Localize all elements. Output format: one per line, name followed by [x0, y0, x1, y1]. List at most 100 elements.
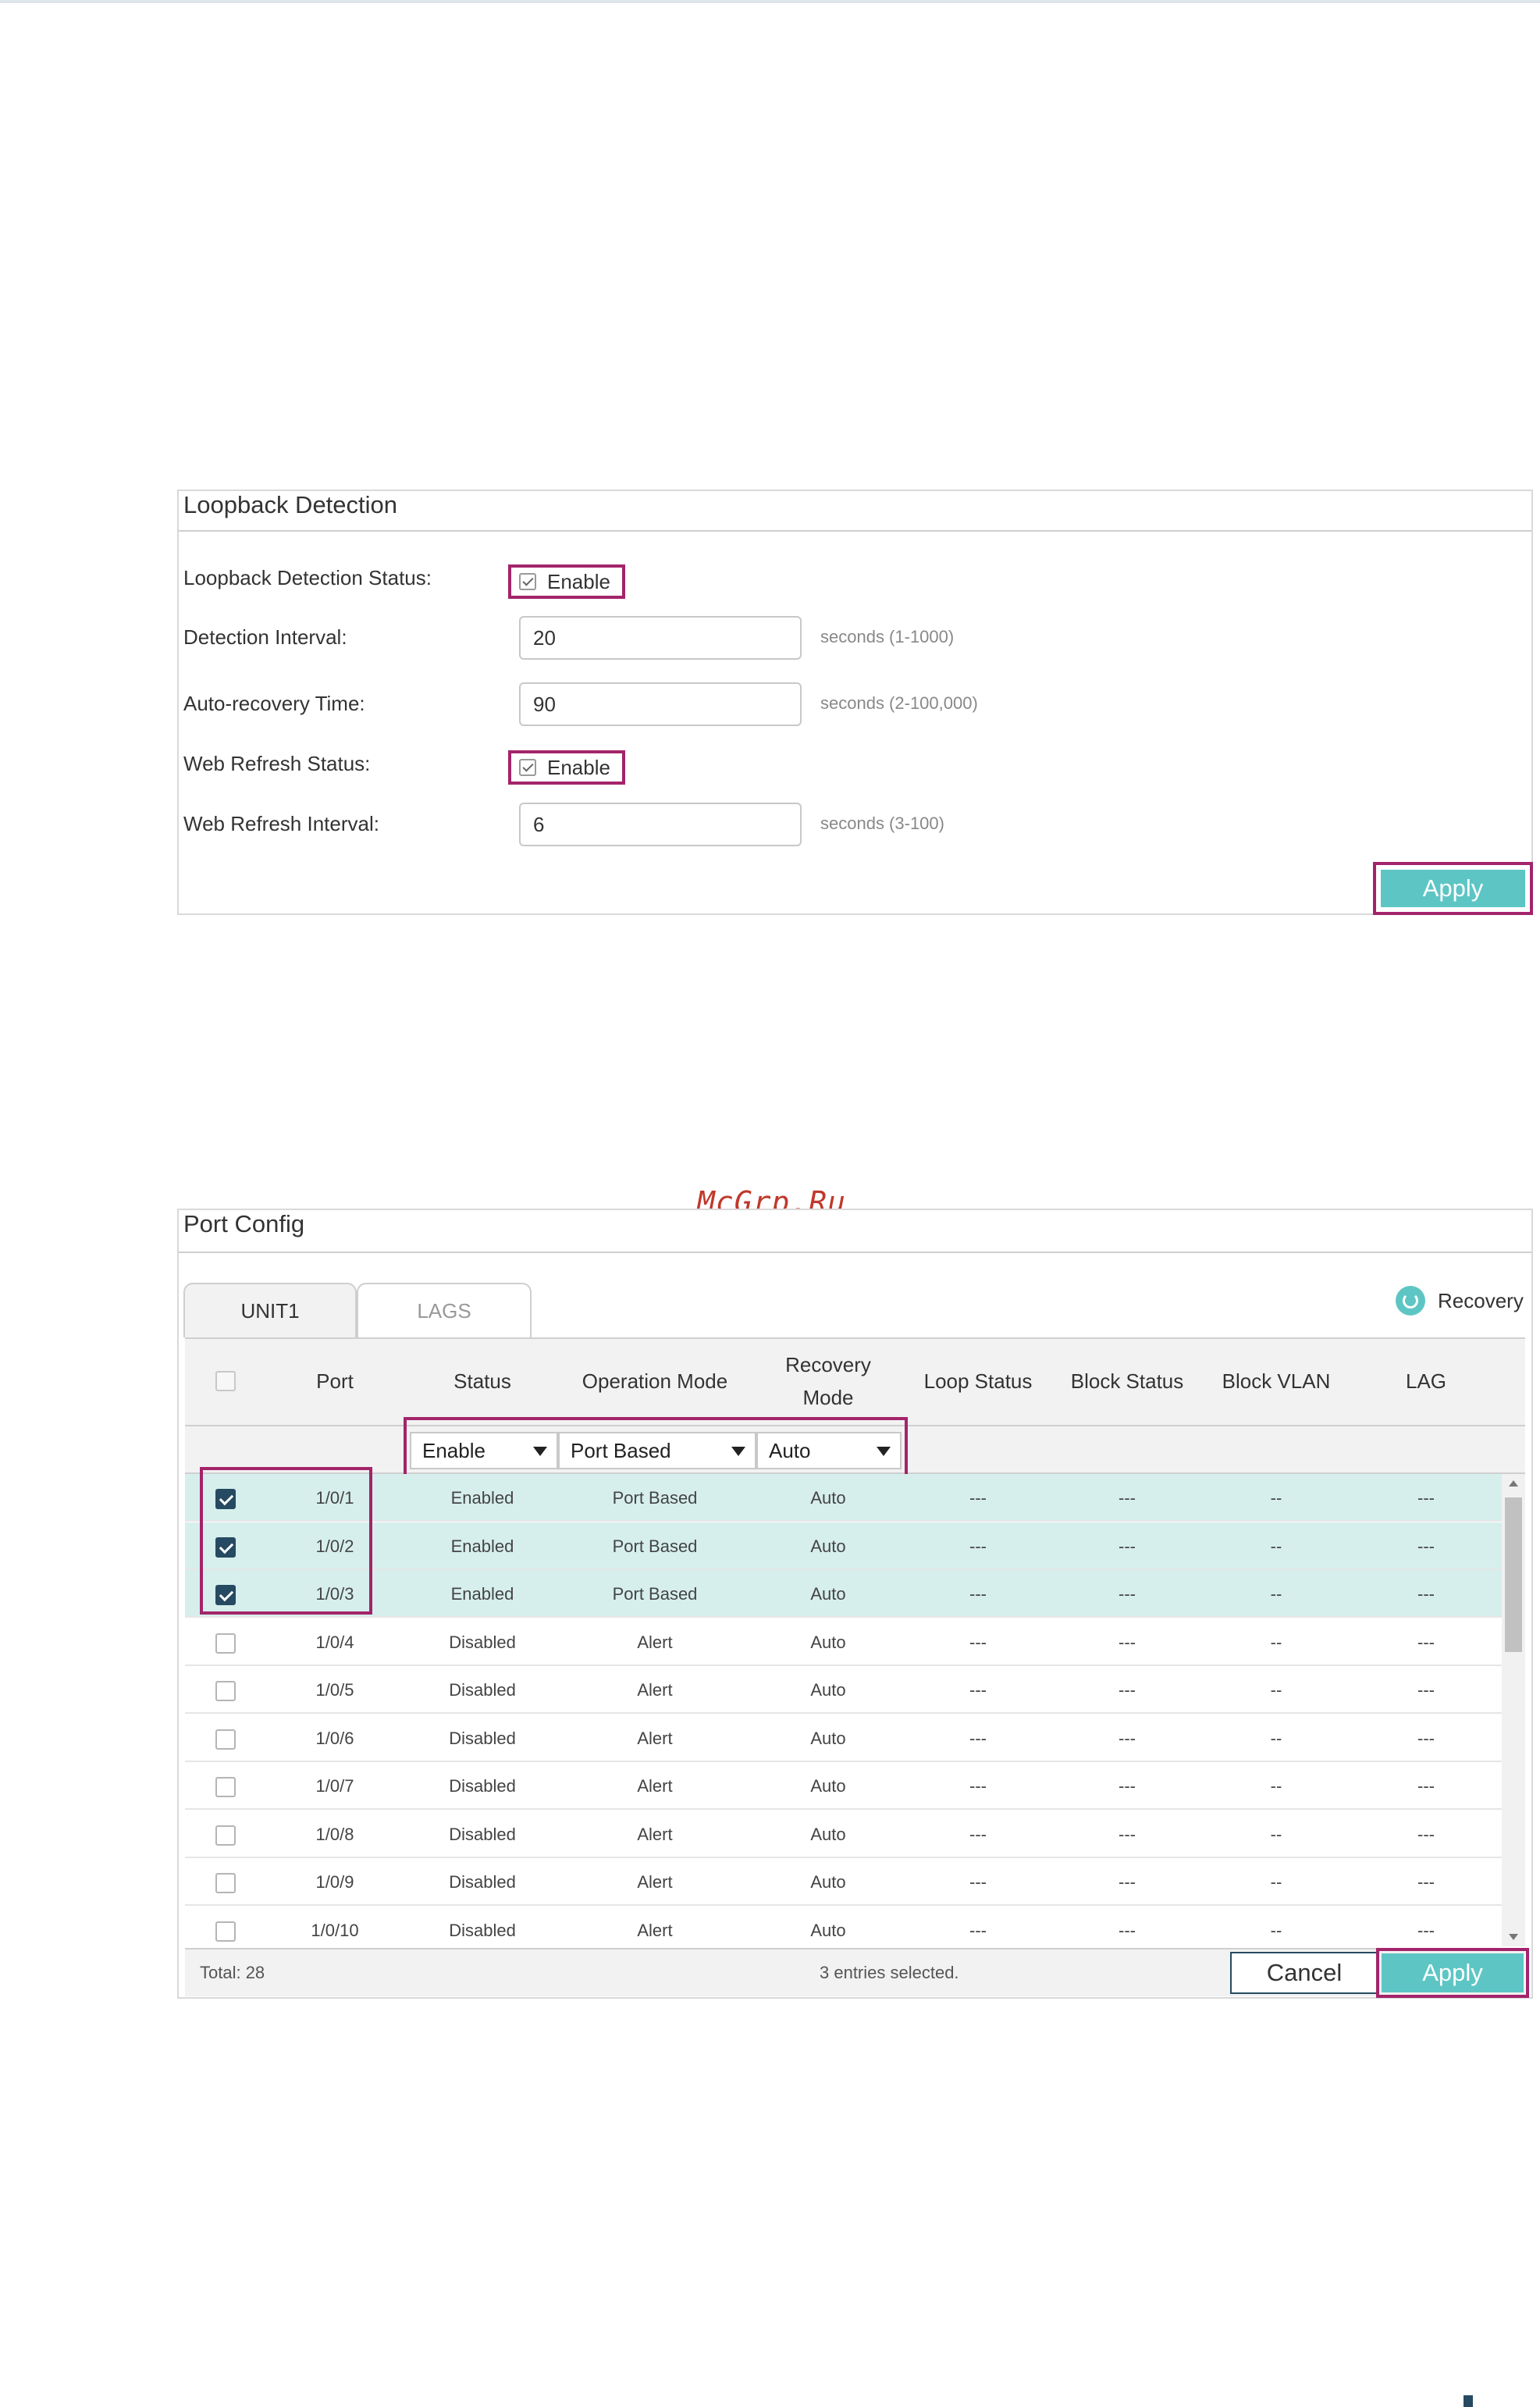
checkbox-icon: [519, 759, 536, 776]
table-row[interactable]: 1/0/5 Disabled Alert Auto --- --- -- ---: [185, 1666, 1502, 1714]
row-checkbox[interactable]: [215, 1633, 236, 1654]
loopback-status-checkbox[interactable]: Enable: [508, 564, 625, 599]
cell-loop: ---: [969, 1776, 987, 1796]
cell-vlan: --: [1270, 1729, 1282, 1748]
cell-status: Disabled: [449, 1680, 516, 1700]
cell-mode: Port Based: [612, 1584, 698, 1604]
cell-mode: Port Based: [612, 1488, 698, 1508]
web-refresh-interval-input[interactable]: [519, 803, 802, 846]
cell-loop: ---: [969, 1536, 987, 1556]
auto-recovery-hint: seconds (2-100,000): [820, 693, 978, 713]
cell-block: ---: [1119, 1872, 1136, 1892]
tab-lags[interactable]: LAGS: [357, 1283, 532, 1337]
cell-loop: ---: [969, 1584, 987, 1604]
header-block-vlan: Block VLAN: [1222, 1369, 1331, 1393]
cell-vlan: --: [1270, 1921, 1282, 1940]
panel-title: Port Config: [183, 1210, 305, 1237]
cell-status: Disabled: [449, 1872, 516, 1892]
detection-interval-label: Detection Interval:: [183, 625, 347, 649]
row-checkbox[interactable]: [215, 1873, 236, 1893]
scroll-up-icon[interactable]: [1509, 1480, 1518, 1487]
cell-vlan: --: [1270, 1584, 1282, 1604]
selected-rows-highlight: [200, 1467, 372, 1615]
cell-vlan: --: [1270, 1872, 1282, 1892]
cell-port: 1/0/4: [315, 1633, 354, 1652]
select-all-checkbox[interactable]: [215, 1371, 236, 1391]
cell-vlan: --: [1270, 1488, 1282, 1508]
table-row[interactable]: 1/0/1 Enabled Port Based Auto --- --- -- ---: [185, 1474, 1502, 1522]
web-refresh-status-checkbox[interactable]: Enable: [508, 750, 625, 785]
caret-down-icon: [533, 1447, 547, 1456]
cell-vlan: --: [1270, 1536, 1282, 1556]
cell-status: Disabled: [449, 1776, 516, 1796]
operation-mode-select[interactable]: Port Based: [558, 1432, 756, 1469]
cell-lag: ---: [1417, 1872, 1435, 1892]
table-row[interactable]: 1/0/7 Disabled Alert Auto --- --- -- ---: [185, 1762, 1502, 1810]
cell-port: 1/0/10: [311, 1921, 359, 1940]
cell-status: Enabled: [450, 1488, 514, 1508]
cell-vlan: --: [1270, 1776, 1282, 1796]
apply-button[interactable]: Apply: [1381, 870, 1525, 907]
web-refresh-interval-label: Web Refresh Interval:: [183, 812, 379, 835]
tab-unit1[interactable]: UNIT1: [183, 1283, 357, 1337]
cell-port: 1/0/8: [315, 1825, 354, 1844]
row-checkbox[interactable]: [215, 1777, 236, 1797]
cell-loop: ---: [969, 1921, 987, 1940]
refresh-icon: [1396, 1286, 1425, 1316]
recovery-button[interactable]: Recovery: [1396, 1286, 1524, 1316]
row-checkbox[interactable]: [215, 1921, 236, 1942]
panel-divider: [179, 530, 1531, 532]
cell-lag: ---: [1417, 1776, 1435, 1796]
cell-recovery: Auto: [810, 1776, 846, 1796]
table-scrollbar[interactable]: [1502, 1474, 1525, 1946]
auto-recovery-input[interactable]: [519, 682, 802, 726]
table-row[interactable]: 1/0/9 Disabled Alert Auto --- --- -- ---: [185, 1858, 1502, 1906]
cell-lag: ---: [1417, 1536, 1435, 1556]
cell-status: Disabled: [449, 1921, 516, 1940]
table-row[interactable]: 1/0/6 Disabled Alert Auto --- --- -- ---: [185, 1714, 1502, 1762]
recovery-mode-select[interactable]: Auto: [756, 1432, 902, 1469]
header-lag: LAG: [1405, 1369, 1447, 1393]
top-divider: [0, 0, 1540, 3]
status-select[interactable]: Enable: [410, 1432, 558, 1469]
cell-mode: Alert: [637, 1921, 673, 1940]
cell-status: Disabled: [449, 1825, 516, 1844]
table-row[interactable]: 1/0/4 Disabled Alert Auto --- --- -- ---: [185, 1618, 1502, 1666]
cell-mode: Alert: [637, 1633, 673, 1652]
cell-mode: Alert: [637, 1872, 673, 1892]
cell-mode: Alert: [637, 1729, 673, 1748]
scroll-thumb[interactable]: [1505, 1497, 1522, 1652]
checkbox-icon: [519, 573, 536, 590]
cell-status: Disabled: [449, 1633, 516, 1652]
cell-lag: ---: [1417, 1584, 1435, 1604]
cell-port: 1/0/9: [315, 1872, 354, 1892]
cell-vlan: --: [1270, 1633, 1282, 1652]
cell-recovery: Auto: [810, 1488, 846, 1508]
table-row[interactable]: 1/0/10 Disabled Alert Auto --- --- -- ---: [185, 1907, 1502, 1954]
cell-status: Enabled: [450, 1536, 514, 1556]
table-row[interactable]: 1/0/3 Enabled Port Based Auto --- --- -- ---: [185, 1570, 1502, 1618]
cell-recovery: Auto: [810, 1872, 846, 1892]
port-apply-button[interactable]: Apply: [1382, 1953, 1524, 1992]
cell-recovery: Auto: [810, 1633, 846, 1652]
apply-highlight: Apply: [1373, 862, 1533, 915]
cell-recovery: Auto: [810, 1584, 846, 1604]
cancel-button[interactable]: Cancel: [1230, 1952, 1378, 1994]
loopback-status-label: Loopback Detection Status:: [183, 566, 432, 589]
scroll-down-icon[interactable]: [1509, 1934, 1518, 1940]
table-row[interactable]: 1/0/2 Enabled Port Based Auto --- --- -- ---: [185, 1522, 1502, 1570]
web-refresh-status-label: Web Refresh Status:: [183, 752, 371, 775]
row-checkbox[interactable]: [215, 1825, 236, 1846]
cell-recovery: Auto: [810, 1729, 846, 1748]
row-checkbox[interactable]: [215, 1681, 236, 1701]
cell-mode: Port Based: [612, 1536, 698, 1556]
row-checkbox[interactable]: [215, 1729, 236, 1750]
header-port: Port: [316, 1369, 354, 1393]
selection-count: 3 entries selected.: [820, 1963, 959, 1982]
cell-block: ---: [1119, 1680, 1136, 1700]
cell-lag: ---: [1417, 1488, 1435, 1508]
table-row[interactable]: 1/0/8 Disabled Alert Auto --- --- -- ---: [185, 1811, 1502, 1858]
cell-status: Enabled: [450, 1584, 514, 1604]
cell-block: ---: [1119, 1488, 1136, 1508]
detection-interval-input[interactable]: [519, 616, 802, 660]
